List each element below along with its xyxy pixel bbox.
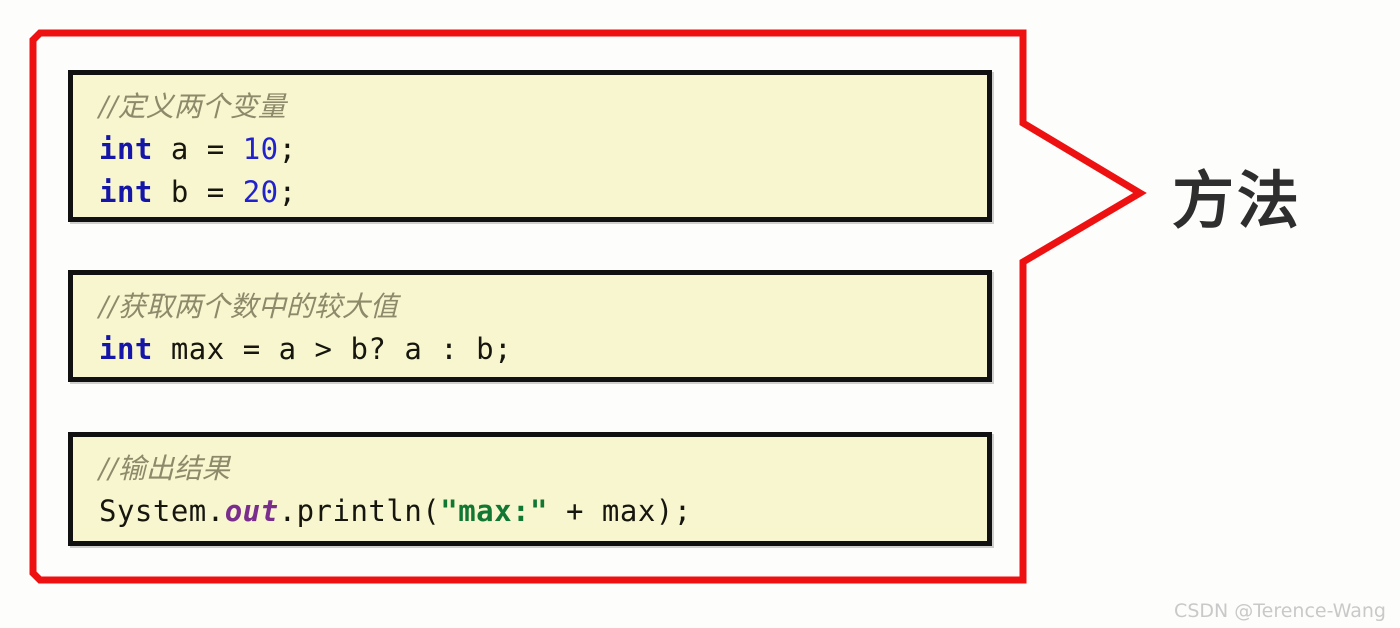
punctuation-token: ; <box>278 175 297 209</box>
code-block-define-variables: //定义两个变量 int a = 10; int b = 20; <box>68 70 992 222</box>
code-comment: //定义两个变量 <box>99 90 286 123</box>
code-statement: int max = a > b? a : b; <box>99 328 987 371</box>
plain-token: + max); <box>548 494 692 528</box>
string-token: "max:" <box>440 494 549 528</box>
code-block-get-max-value: //获取两个数中的较大值 int max = a > b? a : b; <box>68 270 992 382</box>
plain-token: a = <box>152 132 243 166</box>
code-comment: //获取两个数中的较大值 <box>99 290 398 323</box>
callout-label: 方法 <box>1172 164 1303 237</box>
field-token: out <box>224 494 279 528</box>
code-statement: int a = 10; <box>99 128 987 171</box>
slide-canvas: //定义两个变量 int a = 10; int b = 20; //获取两个数… <box>0 0 1400 628</box>
number-token: 10 <box>242 132 279 166</box>
code-statement: int b = 20; <box>99 171 987 214</box>
number-token: 20 <box>242 175 279 209</box>
keyword-token: int <box>99 175 153 209</box>
punctuation-token: ; <box>278 132 297 166</box>
plain-token: max = a > b? a : b; <box>152 332 513 366</box>
plain-token: System. <box>99 494 225 528</box>
code-statement: System.out.println("max:" + max); <box>99 490 987 533</box>
plain-token: b = <box>152 175 243 209</box>
code-block-print-result: //输出结果 System.out.println("max:" + max); <box>68 432 992 546</box>
watermark-text: CSDN @Terence-Wang <box>1174 600 1386 622</box>
code-comment: //输出结果 <box>99 452 230 485</box>
keyword-token: int <box>99 132 153 166</box>
plain-token: .println( <box>278 494 441 528</box>
keyword-token: int <box>99 332 153 366</box>
